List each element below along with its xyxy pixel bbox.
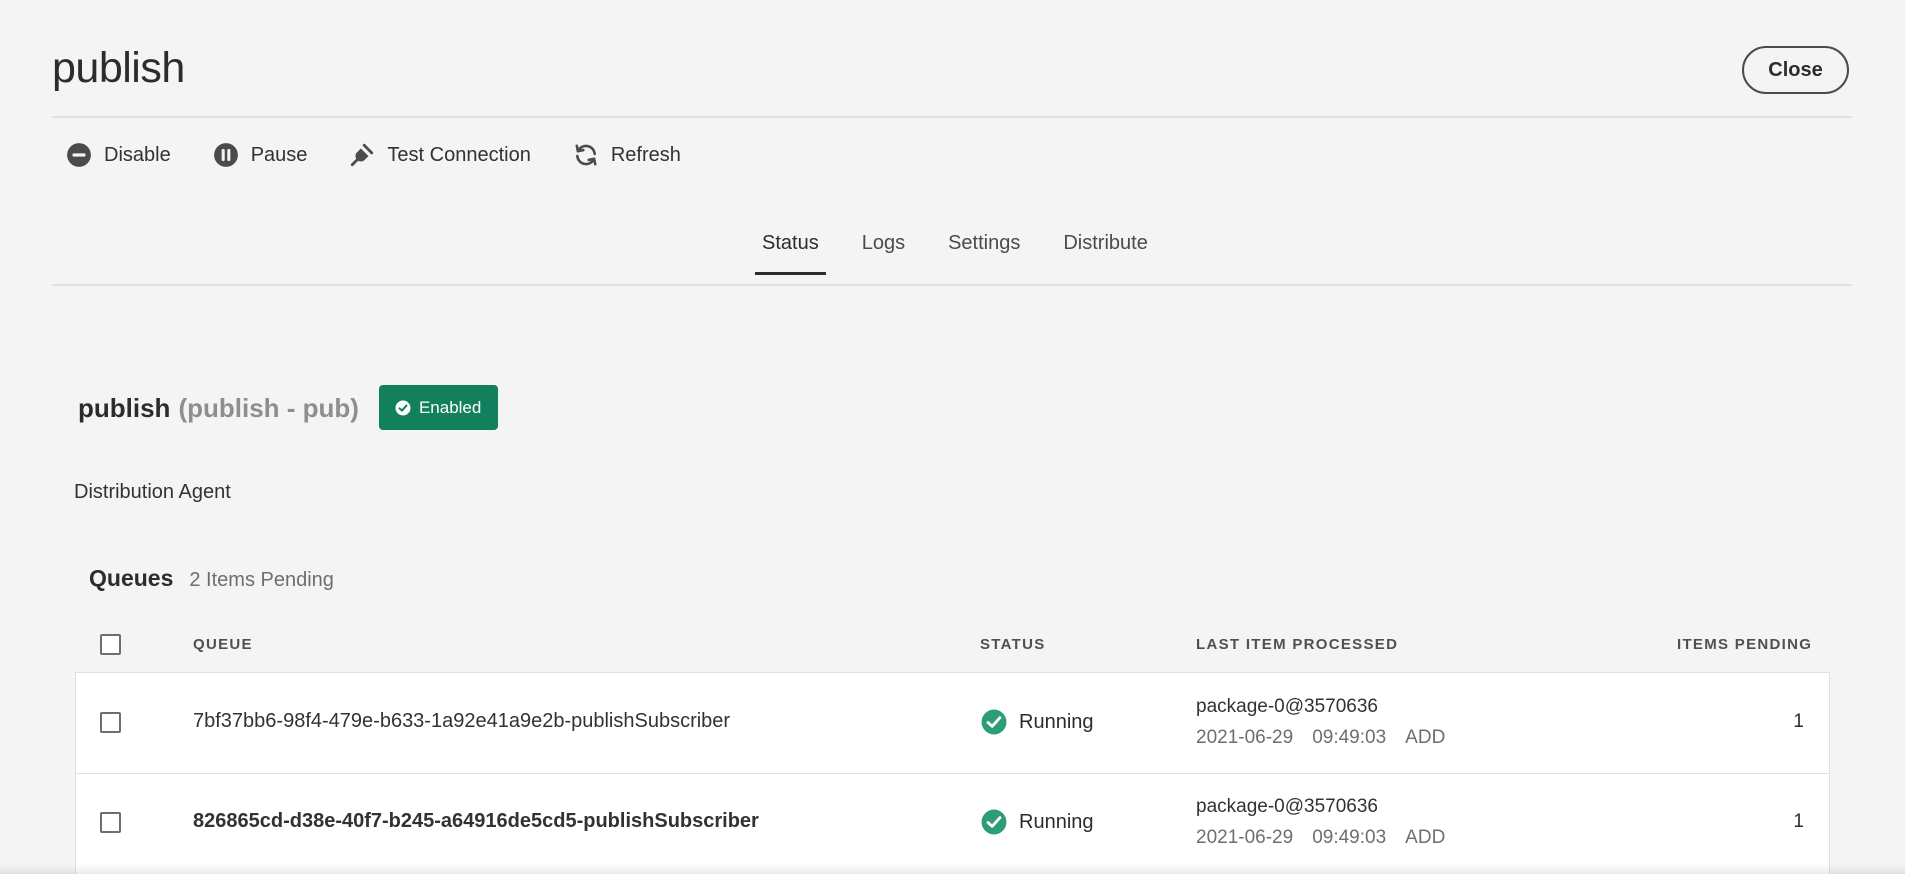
disable-label: Disable <box>104 143 171 166</box>
queue-status: Running <box>981 809 1094 835</box>
checkmark-circle-icon <box>395 400 411 415</box>
agent-subtitle: (publish - pub) <box>178 393 359 423</box>
row-checkbox[interactable] <box>100 712 121 733</box>
last-item-time: 09:49:03 <box>1312 727 1387 748</box>
bottom-shadow <box>0 864 1905 874</box>
queues-table-body: 7bf37bb6-98f4-479e-b633-1a92e41a9e2b-pub… <box>75 672 1830 874</box>
agent-type: Distribution Agent <box>74 481 231 503</box>
last-item-time: 09:49:03 <box>1312 827 1387 848</box>
plug-icon <box>351 143 374 167</box>
close-button[interactable]: Close <box>1742 46 1849 94</box>
agent-name: publish <box>78 393 171 423</box>
last-item-meta: 2021-06-29 09:49:03 ADD <box>1196 727 1464 749</box>
last-item-meta: 2021-06-29 09:49:03 ADD <box>1196 827 1464 849</box>
column-header-items-pending[interactable]: ITEMS PENDING <box>1677 636 1812 653</box>
queue-name: 7bf37bb6-98f4-479e-b633-1a92e41a9e2b-pub… <box>193 710 731 732</box>
queues-title: Queues <box>89 565 174 591</box>
table-row[interactable]: 826865cd-d38e-40f7-b245-a64916de5cd5-pub… <box>76 773 1829 873</box>
tab-distribute[interactable]: Distribute <box>1063 232 1147 273</box>
page-title: publish <box>52 44 185 92</box>
last-item-date: 2021-06-29 <box>1196 727 1294 748</box>
column-header-status[interactable]: STATUS <box>980 636 1046 653</box>
queues-pending-summary: 2 Items Pending <box>189 569 334 591</box>
action-toolbar: Disable Pause Test Connection Refresh <box>66 137 723 173</box>
success-check-icon <box>981 709 1007 735</box>
row-checkbox[interactable] <box>100 812 121 833</box>
column-header-queue[interactable]: QUEUE <box>193 636 253 653</box>
status-badge: Enabled <box>378 385 499 430</box>
test-connection-label: Test Connection <box>387 143 531 166</box>
queue-name: 826865cd-d38e-40f7-b245-a64916de5cd5-pub… <box>193 810 759 832</box>
column-header-last-item[interactable]: LAST ITEM PROCESSED <box>1196 636 1398 653</box>
tab-status[interactable]: Status <box>755 232 826 275</box>
refresh-label: Refresh <box>610 143 681 166</box>
select-all-checkbox[interactable] <box>100 634 121 655</box>
status-badge-label: Enabled <box>418 397 482 417</box>
pause-circle-icon <box>213 143 238 167</box>
disable-button[interactable]: Disable <box>66 142 171 168</box>
queue-status-label: Running <box>1019 810 1094 833</box>
last-item-action: ADD <box>1405 827 1446 848</box>
queue-status: Running <box>981 709 1094 735</box>
success-check-icon <box>981 809 1007 835</box>
tab-bar: Status Logs Settings Distribute <box>755 232 1191 275</box>
remove-circle-icon <box>67 143 91 167</box>
tab-settings[interactable]: Settings <box>948 232 1020 273</box>
agent-detail-page: publish Close Disable Pause Test Connect… <box>0 0 1905 874</box>
items-pending-count: 1 <box>1793 711 1804 732</box>
agent-heading: publish (publish - pub) Enabled <box>78 385 499 431</box>
tab-logs[interactable]: Logs <box>862 232 905 273</box>
tabs-divider <box>52 284 1852 286</box>
last-item-action: ADD <box>1405 727 1446 748</box>
last-item-package: package-0@3570636 <box>1196 796 1378 817</box>
table-row[interactable]: 7bf37bb6-98f4-479e-b633-1a92e41a9e2b-pub… <box>76 673 1829 773</box>
pause-label: Pause <box>250 143 308 166</box>
last-item-package: package-0@3570636 <box>1196 696 1378 717</box>
refresh-icon <box>575 144 597 166</box>
items-pending-count: 1 <box>1793 811 1804 832</box>
queues-heading: Queues 2 Items Pending <box>89 565 334 592</box>
pause-button[interactable]: Pause <box>213 142 308 168</box>
refresh-button[interactable]: Refresh <box>573 142 681 168</box>
test-connection-button[interactable]: Test Connection <box>349 142 531 168</box>
queue-status-label: Running <box>1019 710 1094 733</box>
last-item-date: 2021-06-29 <box>1196 827 1294 848</box>
header-divider <box>52 116 1852 118</box>
